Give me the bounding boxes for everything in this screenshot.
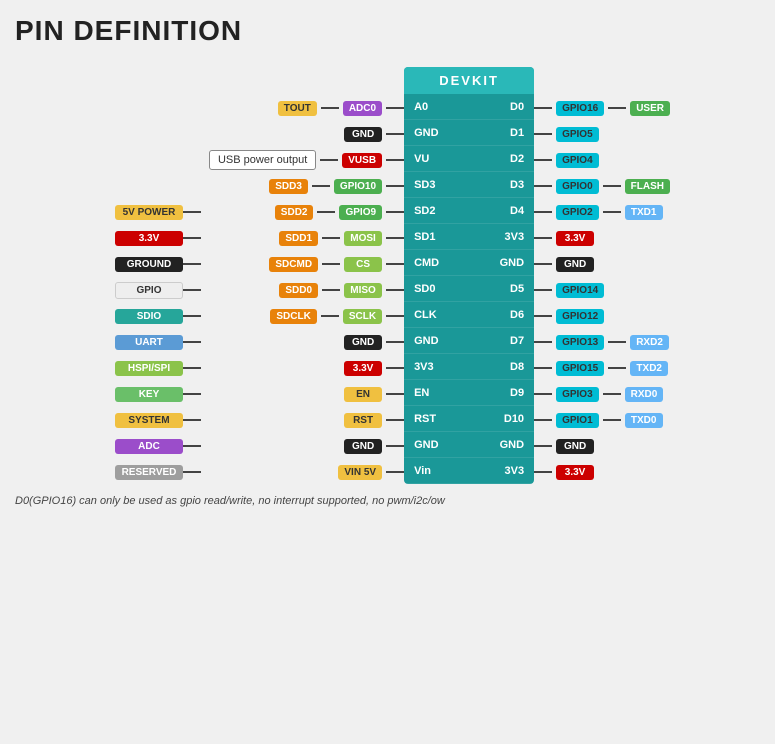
diagram: 5V POWER 3.3V GROUND GPIO SDIO UART HSPI/SPI KE…: [15, 67, 760, 507]
right-pin-row: 3.3V: [534, 459, 594, 485]
chip-pin-row: CMDGND: [404, 250, 534, 276]
category-row: UART: [105, 329, 201, 355]
category-row: RESERVED: [105, 459, 201, 485]
category-badge: UART: [115, 335, 183, 350]
left-pin-row: TOUTADC0: [278, 95, 404, 121]
category-badge: GROUND: [115, 257, 183, 272]
footer-note: D0(GPIO16) can only be used as gpio read…: [15, 495, 760, 507]
category-row: HSPI/SPI: [105, 355, 201, 381]
right-pin-row: GPIO13RXD2: [534, 329, 669, 355]
category-badge: GPIO: [115, 282, 183, 299]
left-pin-row: GND: [344, 121, 404, 147]
right-pin-row: GPIO0FLASH: [534, 173, 670, 199]
right-pin-row: 3.3V: [534, 225, 594, 251]
right-pin-row: GND: [534, 433, 594, 459]
left-pin-row: SDD3GPIO10: [269, 173, 404, 199]
chip-pin-row: SD3D3: [404, 172, 534, 198]
right-pin-row: GPIO12: [534, 303, 604, 329]
left-pin-row: VIN 5V: [338, 459, 404, 485]
left-pin-row: SDCLKSCLK: [270, 303, 404, 329]
category-row: GROUND: [105, 251, 201, 277]
left-pin-row: SDD1MOSI: [279, 225, 404, 251]
left-pin-row: SDCMDCS: [269, 251, 404, 277]
chip-pin-row: A0D0: [404, 94, 534, 120]
left-pin-row: EN: [344, 381, 404, 407]
chip-header: DEVKIT: [404, 67, 534, 94]
left-pin-row: 3.3V: [344, 355, 404, 381]
left-pin-row: RST: [344, 407, 404, 433]
left-pin-row: GND: [344, 329, 404, 355]
chip-pin-row: GNDGND: [404, 432, 534, 458]
right-pin-row: GPIO1TXD0: [534, 407, 663, 433]
right-pin-row: GPIO5: [534, 121, 599, 147]
category-badge: KEY: [115, 387, 183, 402]
right-pin-row: GND: [534, 251, 594, 277]
category-badge: ADC: [115, 439, 183, 454]
category-row: KEY: [105, 381, 201, 407]
chip-pin-row: END9: [404, 380, 534, 406]
chip-pin-row: CLKD6: [404, 302, 534, 328]
left-pin-row: SDD0MISO: [279, 277, 404, 303]
chip-pin-row: GNDD7: [404, 328, 534, 354]
chip-pin-row: VUD2: [404, 146, 534, 172]
category-badge: HSPI/SPI: [115, 361, 183, 376]
category-column: 5V POWER 3.3V GROUND GPIO SDIO UART HSPI/SPI KE…: [105, 95, 201, 485]
category-row: 3.3V: [105, 225, 201, 251]
category-badge: 3.3V: [115, 231, 183, 246]
center-chip: DEVKIT A0D0GNDD1VUD2SD3D3SD2D4SD13V3CMDG…: [404, 67, 534, 484]
category-row: [105, 173, 201, 199]
right-pin-row: GPIO4: [534, 147, 599, 173]
usb-power-label: USB power output: [209, 150, 316, 170]
chip-pin-row: SD0D5: [404, 276, 534, 302]
chip-area: 5V POWER 3.3V GROUND GPIO SDIO UART HSPI/SPI KE…: [105, 67, 670, 485]
right-pins: GPIO16USERGPIO5GPIO4GPIO0FLASHGPIO2TXD13…: [534, 95, 670, 485]
category-row: ADC: [105, 433, 201, 459]
chip-pin-row: Vin3V3: [404, 458, 534, 484]
chip-pin-row: RSTD10: [404, 406, 534, 432]
category-row: 5V POWER: [105, 199, 201, 225]
category-row: [105, 147, 201, 173]
left-pin-row: USB power outputVUSB: [209, 147, 404, 173]
right-pin-row: GPIO2TXD1: [534, 199, 663, 225]
category-row: [105, 95, 201, 121]
left-pin-row: GND: [344, 433, 404, 459]
right-pin-row: GPIO16USER: [534, 95, 670, 121]
right-pin-row: GPIO14: [534, 277, 604, 303]
chip-pin-row: GNDD1: [404, 120, 534, 146]
left-pin-row: SDD2GPIO9: [275, 199, 404, 225]
right-pin-row: GPIO15TXD2: [534, 355, 668, 381]
category-row: SDIO: [105, 303, 201, 329]
category-row: [105, 121, 201, 147]
right-pin-row: GPIO3RXD0: [534, 381, 663, 407]
chip-pin-row: 3V3D8: [404, 354, 534, 380]
category-badge: 5V POWER: [115, 205, 183, 220]
category-row: GPIO: [105, 277, 201, 303]
category-badge: SYSTEM: [115, 413, 183, 428]
left-pins: TOUTADC0GNDUSB power outputVUSBSDD3GPIO1…: [209, 95, 404, 485]
page-title: PIN DEFINITION: [15, 15, 760, 47]
chip-pin-row: SD2D4: [404, 198, 534, 224]
category-row: SYSTEM: [105, 407, 201, 433]
chip-pin-row: SD13V3: [404, 224, 534, 250]
category-badge: RESERVED: [115, 465, 183, 480]
category-badge: SDIO: [115, 309, 183, 324]
